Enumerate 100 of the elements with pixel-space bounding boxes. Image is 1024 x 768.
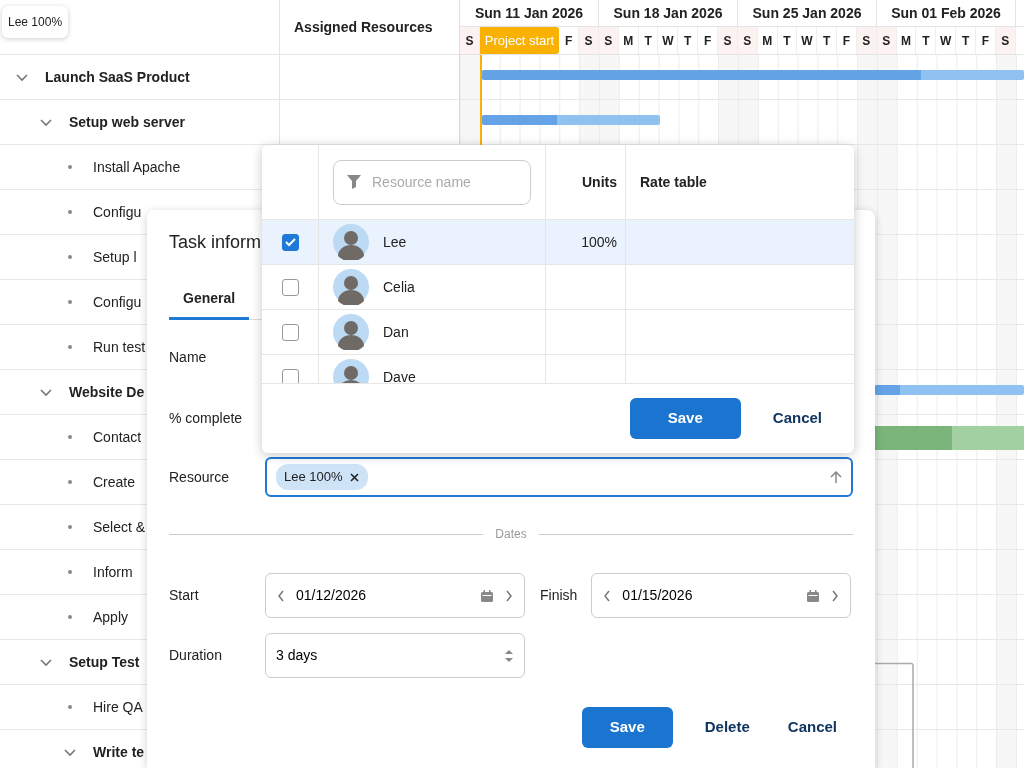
bullet-icon (68, 525, 72, 529)
bullet-icon (68, 345, 72, 349)
day-header: T (638, 27, 659, 54)
bullet-icon (68, 615, 72, 619)
resource-field[interactable]: Lee 100% (265, 457, 853, 497)
resource-row[interactable]: Dan (262, 310, 854, 355)
chevron-left-icon[interactable] (602, 588, 613, 603)
day-header: S (737, 27, 758, 54)
day-header: S (598, 27, 619, 54)
text-button[interactable]: Cancel (766, 406, 828, 431)
field-label: Resource (169, 467, 230, 487)
duration-field[interactable]: 3 days (265, 633, 525, 678)
bullet-icon (68, 210, 72, 214)
task-name[interactable]: Select & (93, 516, 146, 538)
task-name[interactable]: Configu (93, 201, 142, 223)
task-name[interactable]: Setup l (93, 246, 137, 268)
column-header[interactable]: Assigned Resources (294, 16, 433, 38)
date-input[interactable]: 01/15/2026 (622, 585, 797, 606)
calendar-icon[interactable] (480, 588, 494, 603)
save-button[interactable]: Save (629, 398, 741, 439)
chevron-left-icon[interactable] (276, 588, 286, 603)
checkbox[interactable] (281, 278, 299, 296)
day-header: F (837, 27, 857, 54)
day-header: S (856, 27, 877, 54)
field-label: Duration (169, 646, 223, 665)
task-name[interactable]: Launch SaaS Product (45, 66, 190, 88)
task-name[interactable]: Configu (93, 291, 142, 313)
day-header: W (936, 27, 957, 54)
column-header[interactable]: Units (582, 171, 617, 193)
resource-chip[interactable]: Lee 100% (276, 464, 368, 490)
resource-name: Dave (383, 367, 416, 383)
bullet-icon (68, 255, 72, 259)
avatar-icon (333, 314, 369, 350)
day-header: M (618, 27, 639, 54)
checkbox[interactable] (281, 323, 299, 341)
field-label: % complete (169, 408, 244, 428)
week-header: Sun 18 Jan 2026 (599, 0, 738, 26)
section-divider-label: Dates (494, 526, 528, 543)
task-name[interactable]: Create (93, 471, 136, 493)
avatar-icon (333, 269, 369, 305)
task-name[interactable]: Write te (93, 741, 145, 763)
bullet-icon (68, 435, 72, 439)
date-input[interactable]: 01/12/2026 (296, 585, 470, 606)
task-name[interactable]: Install Apache (93, 156, 181, 178)
calendar-icon[interactable] (806, 588, 821, 603)
task-name[interactable]: Contact (93, 426, 142, 448)
resource-row[interactable]: Celia (262, 265, 854, 310)
chevron-right-icon[interactable] (830, 588, 841, 603)
bullet-icon (68, 165, 72, 169)
resource-name: Dan (383, 322, 409, 342)
avatar-icon (333, 224, 369, 260)
week-header: Sun 01 Feb 2026 (877, 0, 1016, 26)
tab[interactable]: General (169, 280, 250, 320)
day-header: S (995, 27, 1016, 54)
task-name[interactable]: Inform (93, 561, 133, 583)
bullet-icon (68, 300, 72, 304)
task-name[interactable]: Website De (69, 381, 145, 403)
week-header: Sun 11 Jan 2026 (460, 0, 599, 26)
date-field[interactable]: 01/15/2026 (591, 573, 852, 618)
day-header: T (916, 27, 937, 54)
save-button[interactable]: Save (581, 707, 673, 748)
filter-icon (346, 174, 362, 190)
chevron-right-icon[interactable] (504, 588, 514, 603)
arrow-up-icon[interactable] (829, 470, 843, 484)
spinner-icon[interactable] (504, 648, 514, 663)
day-header: W (658, 27, 679, 54)
day-header: S (876, 27, 897, 54)
text-button[interactable]: Cancel (781, 715, 843, 740)
duration-input[interactable]: 3 days (276, 645, 494, 666)
day-header: T (956, 27, 976, 54)
task-name[interactable]: Apply (93, 606, 129, 628)
field-label: Name (169, 347, 208, 367)
bullet-icon (68, 570, 72, 574)
day-header: M (757, 27, 778, 54)
day-header: T (777, 27, 798, 54)
tooltip: Lee 100% (2, 6, 69, 38)
checkbox[interactable] (281, 368, 299, 383)
resource-name: Celia (383, 277, 415, 297)
resource-row[interactable]: Lee 100% (262, 220, 854, 265)
project-start-label: Project start (479, 27, 560, 54)
date-field[interactable]: 01/12/2026 (265, 573, 525, 618)
day-header: S (718, 27, 738, 54)
filter-field[interactable]: Resource name (333, 159, 531, 205)
close-icon[interactable] (348, 471, 360, 483)
checkbox[interactable] (281, 233, 299, 251)
day-header: S (579, 27, 599, 54)
text-button[interactable]: Delete (698, 715, 756, 740)
task-name[interactable]: Setup web server (69, 111, 185, 133)
week-header: Sun 25 Jan 2026 (738, 0, 877, 26)
day-header: F (976, 27, 996, 54)
day-header: S (460, 27, 480, 54)
bullet-icon (68, 480, 72, 484)
bullet-icon (68, 705, 72, 709)
task-name[interactable]: Hire QA (93, 696, 143, 718)
task-name[interactable]: Run test (93, 336, 146, 358)
column-header[interactable]: Rate table (640, 171, 707, 193)
field-label: Finish (540, 586, 578, 605)
task-name[interactable]: Setup Test (69, 651, 140, 673)
day-header: T (817, 27, 838, 54)
day-header: W (797, 27, 818, 54)
